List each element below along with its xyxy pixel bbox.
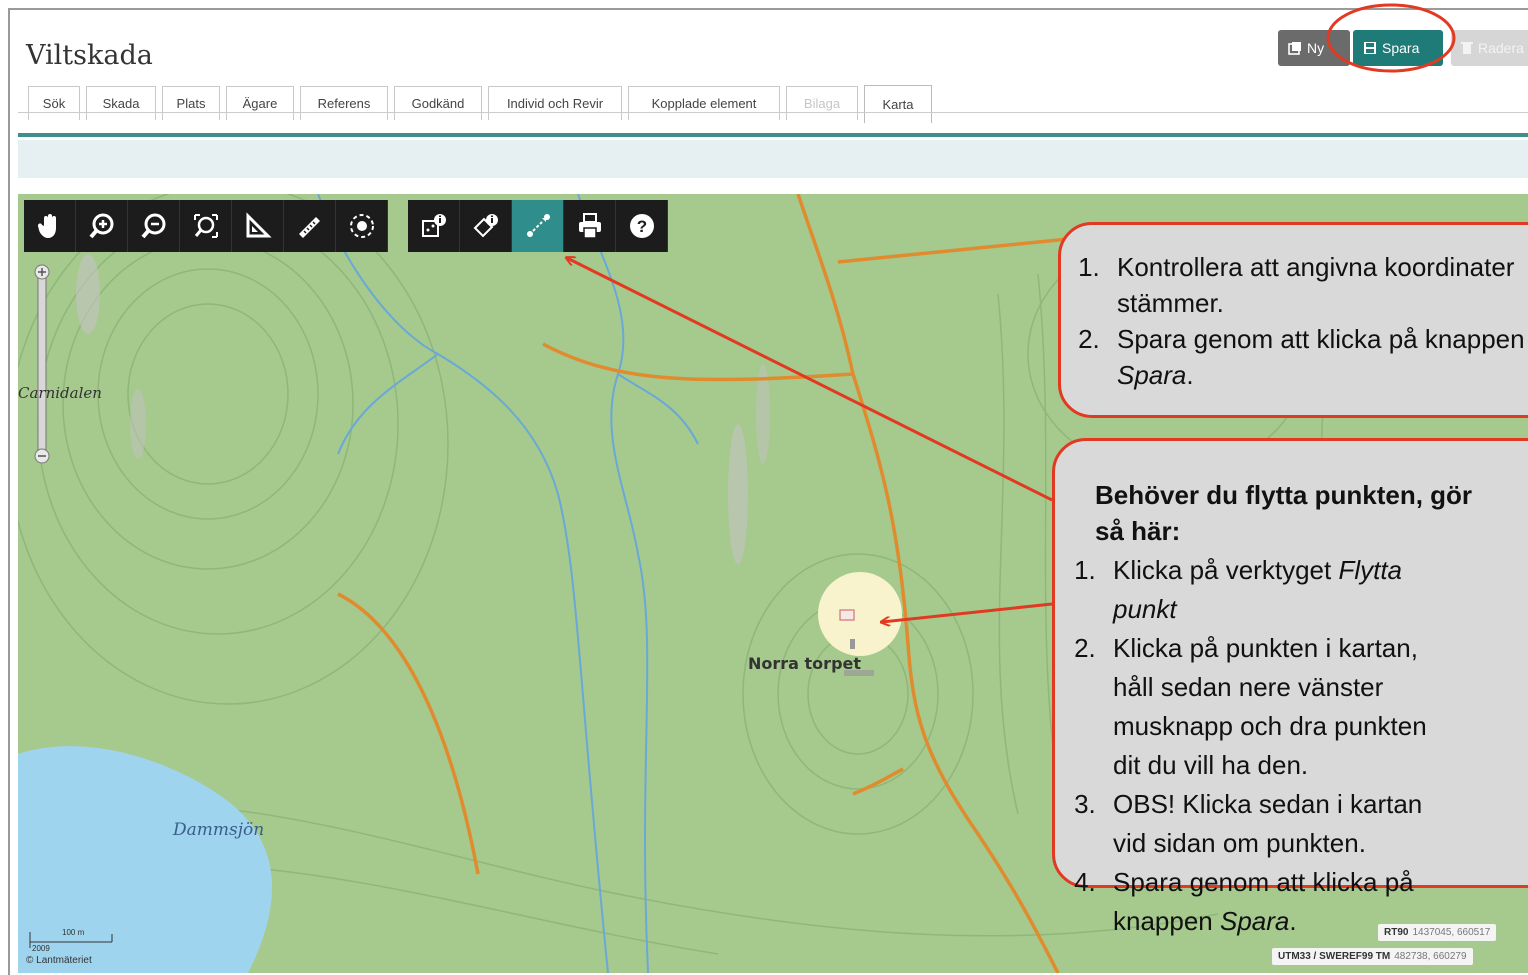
callout1-step2-text: Spara genom att klicka på knappen bbox=[1117, 324, 1525, 354]
tab-bilaga: Bilaga bbox=[786, 86, 858, 120]
help-icon: ? bbox=[629, 214, 654, 238]
map-toolbar-left bbox=[24, 200, 388, 252]
zoom-out-icon bbox=[140, 213, 165, 239]
coords-sweref: UTM33 / SWEREF99 TM 482738, 660279 bbox=[1272, 948, 1473, 965]
map-toolbar-right: ? bbox=[408, 200, 668, 252]
save-icon bbox=[1364, 42, 1376, 54]
callout-instructions-save: Kontrollera att angivna koordinater stäm… bbox=[1058, 222, 1528, 418]
callout2-step1: Klicka på verktyget Flytta punkt bbox=[1103, 551, 1449, 629]
measure-line-icon bbox=[298, 217, 320, 238]
delete-button-label: Radera bbox=[1478, 40, 1524, 56]
tab-sok[interactable]: Sök bbox=[28, 86, 80, 120]
callout2-heading: Behöver du flytta punkten, gör så här: bbox=[1095, 480, 1473, 546]
scale-year: 2009 bbox=[32, 944, 50, 953]
tab-karta[interactable]: Karta bbox=[864, 85, 932, 123]
pan-hand-icon bbox=[37, 214, 56, 238]
zoom-slider-graphic bbox=[34, 264, 50, 464]
tab-godkand[interactable]: Godkänd bbox=[394, 86, 482, 120]
tab-bar: Sök Skada Plats Ägare Referens Godkänd I… bbox=[28, 85, 938, 123]
measure-line-tool[interactable] bbox=[284, 200, 336, 252]
map-label-norra-torpet: Norra torpet bbox=[748, 654, 862, 673]
callout1-step2: Spara genom att klicka på knappen Spara. bbox=[1107, 321, 1528, 393]
callout2-step1-text: Klicka på verktyget bbox=[1113, 555, 1339, 585]
print-icon bbox=[578, 213, 601, 239]
scale-distance: 100 m bbox=[62, 928, 85, 937]
tab-underline bbox=[18, 112, 1528, 113]
info-area-icon bbox=[473, 214, 498, 238]
new-icon bbox=[1288, 42, 1301, 55]
tab-plats[interactable]: Plats bbox=[162, 86, 220, 120]
zoom-out-tool[interactable] bbox=[128, 200, 180, 252]
tab-skada[interactable]: Skada bbox=[86, 86, 156, 120]
zoom-extent-tool[interactable] bbox=[180, 200, 232, 252]
measure-area-tool[interactable] bbox=[232, 200, 284, 252]
measure-area-icon bbox=[246, 212, 272, 238]
callout2-step3: OBS! Klicka sedan i kartan vid sidan om … bbox=[1103, 785, 1449, 863]
map-credit: © Lantmäteriet bbox=[26, 955, 92, 966]
zoom-extent-icon bbox=[193, 214, 218, 238]
info-bar bbox=[18, 140, 1528, 178]
print-tool[interactable] bbox=[564, 200, 616, 252]
pan-tool[interactable] bbox=[24, 200, 76, 252]
accent-divider bbox=[18, 133, 1528, 137]
map-label-place: Carnidalen bbox=[18, 384, 102, 402]
save-button[interactable]: Spara bbox=[1353, 30, 1443, 66]
tab-kopplade-element[interactable]: Kopplade element bbox=[628, 86, 780, 120]
zoom-slider[interactable] bbox=[32, 264, 52, 464]
callout2-step4-emphasis: Spara bbox=[1219, 906, 1290, 936]
move-point-icon bbox=[526, 214, 550, 237]
map-view[interactable]: ? Carnidalen Norra torpet Dammsjön 100 m… bbox=[18, 194, 1528, 973]
callout2-step2: Klicka på punkten i kartan, håll sedan n… bbox=[1103, 629, 1449, 785]
move-point-tool[interactable] bbox=[512, 200, 564, 252]
help-tool[interactable]: ? bbox=[616, 200, 668, 252]
new-button-label: Ny bbox=[1307, 40, 1325, 56]
map-label-lake: Dammsjön bbox=[173, 820, 265, 840]
coords-sweref-value: 482738, 660279 bbox=[1394, 951, 1467, 962]
select-area-tool[interactable] bbox=[336, 200, 388, 252]
delete-button[interactable]: Radera bbox=[1451, 30, 1528, 66]
new-button[interactable]: Ny bbox=[1278, 30, 1350, 66]
save-button-label: Spara bbox=[1382, 40, 1420, 56]
info-point-icon bbox=[421, 214, 446, 237]
trash-icon bbox=[1461, 42, 1473, 54]
page-title: Viltskada bbox=[26, 40, 153, 71]
info-area-tool[interactable] bbox=[460, 200, 512, 252]
callout1-step2-emphasis: Spara bbox=[1117, 360, 1187, 390]
svg-text:?: ? bbox=[636, 217, 646, 236]
callout1-step1: Kontrollera att angivna koordinater stäm… bbox=[1107, 249, 1528, 321]
select-area-icon bbox=[349, 214, 374, 238]
zoom-in-tool[interactable] bbox=[76, 200, 128, 252]
tab-individ-och-revir[interactable]: Individ och Revir bbox=[488, 86, 622, 120]
tab-agare[interactable]: Ägare bbox=[226, 86, 294, 120]
coords-sweref-system: UTM33 / SWEREF99 TM bbox=[1278, 951, 1391, 962]
scale-bar: 100 m 2009 © Lantmäteriet bbox=[26, 928, 126, 970]
callout-instructions-move: Behöver du flytta punkten, gör så här: K… bbox=[1052, 438, 1528, 936]
tab-referens[interactable]: Referens bbox=[300, 86, 388, 120]
zoom-in-icon bbox=[88, 213, 113, 239]
callout2-step4: Spara genom att klicka på knappen Spara. bbox=[1103, 863, 1449, 941]
info-point-tool[interactable] bbox=[408, 200, 460, 252]
